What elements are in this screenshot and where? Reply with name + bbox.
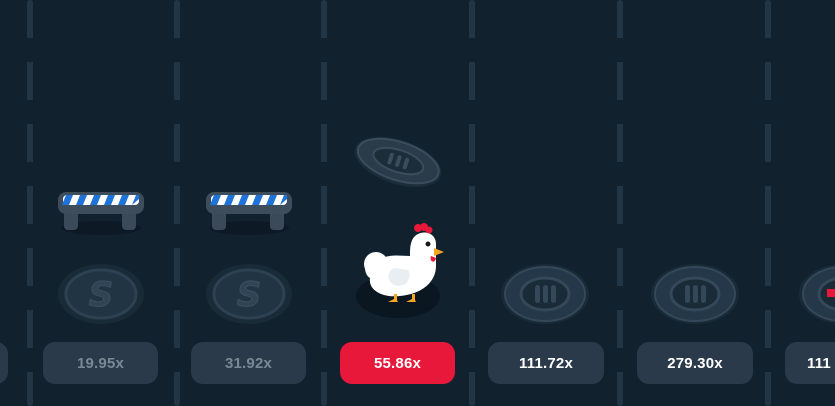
multiplier-pill[interactable]: 111 xyxy=(785,342,835,384)
multiplier-pill[interactable]: 279.30x xyxy=(637,342,753,384)
svg-text:S: S xyxy=(89,275,114,315)
multiplier-pill xyxy=(0,342,8,384)
chicken-icon xyxy=(356,223,444,318)
manhole-cover-icon xyxy=(651,264,739,324)
current-multiplier-pill: 55.86x xyxy=(340,342,455,384)
dollar-coin-icon: S xyxy=(58,264,144,324)
game-board: S S 19.95x 31.92x 55.86x 111.72x 279.30x… xyxy=(0,0,835,406)
multiplier-pill: 31.92x xyxy=(191,342,306,384)
svg-text:S: S xyxy=(237,275,262,315)
dollar-coin-icon: S xyxy=(206,264,292,324)
lane-divider xyxy=(27,0,33,406)
road-barrier-icon xyxy=(206,192,292,235)
road-barrier-icon xyxy=(58,192,144,235)
lane-divider xyxy=(321,0,327,406)
lane-divider xyxy=(174,0,180,406)
multiplier-pill[interactable]: 111.72x xyxy=(488,342,604,384)
lane-divider xyxy=(469,0,475,406)
lane-divider xyxy=(765,0,771,406)
multiplier-pill: 19.95x xyxy=(43,342,158,384)
manhole-cover-icon xyxy=(354,136,442,188)
lane-divider xyxy=(617,0,623,406)
manhole-cover-icon xyxy=(501,264,589,324)
manhole-cover-icon xyxy=(799,264,835,324)
